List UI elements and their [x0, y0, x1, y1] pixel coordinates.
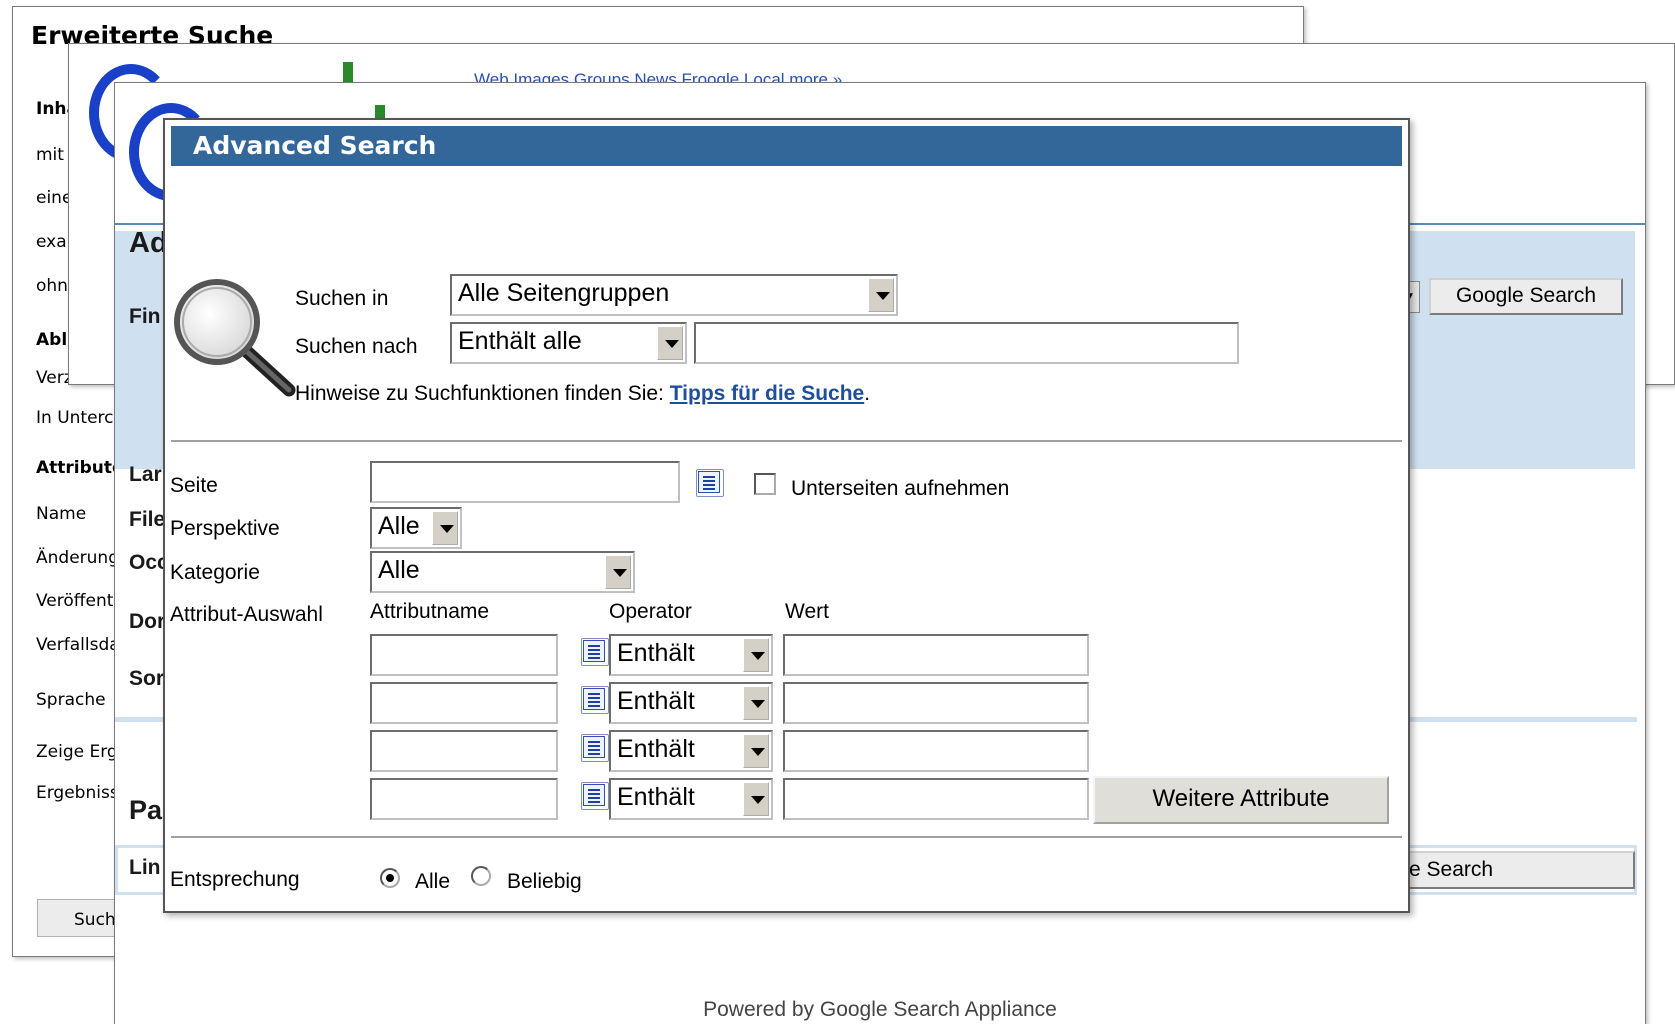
sort-label: Sor [129, 667, 165, 690]
page-title: Ad [129, 227, 168, 259]
chevron-down-icon [743, 782, 769, 816]
search-tips-link[interactable]: Tipps für die Suche [670, 382, 864, 405]
form-label: In Unterc [36, 408, 114, 428]
value-header: Wert [785, 600, 829, 623]
form-label: Name [36, 504, 87, 524]
category-value: Alle [378, 556, 420, 584]
perspective-value: Alle [378, 512, 420, 540]
chevron-down-icon [743, 638, 769, 672]
operator-select[interactable]: Enthält [609, 682, 773, 724]
match-all-label: Alle [415, 870, 451, 893]
search-for-select[interactable]: Enthält alle [450, 322, 687, 364]
advanced-search-dialog: Advanced Search Suchen in Alle Seitengru… [163, 118, 1410, 913]
operator-select[interactable]: Enthält [609, 730, 773, 772]
more-attributes-button[interactable]: Weitere Attribute [1093, 776, 1389, 824]
form-label: Zeige Erg [36, 742, 118, 762]
operator-value: Enthält [617, 687, 695, 715]
hint-period: . [864, 382, 871, 405]
chevron-down-icon [657, 326, 683, 360]
form-label: Ergebniss [36, 783, 119, 803]
chevron-down-icon [605, 555, 631, 589]
attribute-name-input[interactable] [370, 778, 558, 820]
attribute-value-input[interactable] [783, 730, 1089, 772]
search-for-label: Suchen nach [295, 335, 418, 358]
attribute-picker-icon[interactable] [581, 686, 609, 714]
chevron-down-icon [743, 686, 769, 720]
magnifier-icon [174, 279, 296, 397]
google-search-button-2[interactable]: e Search [1389, 851, 1635, 889]
dialog-title: Advanced Search [171, 126, 1402, 166]
match-all-radio[interactable] [380, 868, 400, 888]
attribute-name-input[interactable] [370, 730, 558, 772]
form-label: Abl [36, 330, 68, 350]
attribute-value-input[interactable] [783, 778, 1089, 820]
form-label: Veröffent [36, 591, 114, 611]
form-label: Sprache [36, 690, 106, 710]
match-any-label: Beliebig [507, 870, 582, 893]
search-query-input[interactable] [694, 322, 1239, 364]
operator-header: Operator [609, 600, 692, 623]
attribute-value-input[interactable] [783, 634, 1089, 676]
section-divider [171, 836, 1402, 838]
hint-text: Hinweise zu Suchfunktionen finden Sie: [295, 382, 670, 405]
search-in-select[interactable]: Alle Seitengruppen [450, 274, 898, 316]
search-in-label: Suchen in [295, 287, 389, 310]
operator-select[interactable]: Enthält [609, 634, 773, 676]
match-label: Entsprechung [170, 868, 300, 891]
form-label: Attribute [36, 458, 124, 478]
include-subpages-label: Unterseiten aufnehmen [791, 477, 1010, 500]
google-search-button[interactable]: Google Search [1429, 278, 1623, 315]
operator-value: Enthält [617, 735, 695, 763]
attribute-name-header: Attributname [370, 600, 490, 623]
form-label: mit [36, 145, 64, 165]
page-specific-title: Pa [129, 795, 163, 825]
attribute-selection-label: Attribut-Auswahl [170, 603, 323, 626]
domain-label: Dor [129, 610, 166, 633]
find-label: Fin [129, 305, 161, 328]
category-select[interactable]: Alle [370, 551, 635, 593]
operator-select[interactable]: Enthält [609, 778, 773, 820]
attribute-name-input[interactable] [370, 682, 558, 724]
links-label: Lin [129, 856, 161, 879]
search-for-value: Enthält alle [458, 327, 582, 355]
search-hint: Hinweise zu Suchfunktionen finden Sie: T… [295, 382, 870, 406]
chevron-down-icon [743, 734, 769, 768]
attribute-picker-icon[interactable] [581, 782, 609, 810]
attribute-picker-icon[interactable] [581, 638, 609, 666]
page-picker-icon[interactable] [696, 469, 724, 497]
section-divider [171, 440, 1402, 442]
operator-value: Enthält [617, 783, 695, 811]
language-label: Lar [129, 463, 162, 486]
attribute-picker-icon[interactable] [581, 734, 609, 762]
search-in-value: Alle Seitengruppen [458, 279, 670, 307]
page-label: Seite [170, 474, 218, 497]
page-input[interactable] [370, 461, 680, 503]
match-any-radio[interactable] [471, 866, 491, 886]
operator-value: Enthält [617, 639, 695, 667]
file-format-label: File [129, 508, 166, 531]
perspective-select[interactable]: Alle [370, 507, 462, 549]
form-label: Verfallsda [36, 635, 120, 655]
category-label: Kategorie [170, 561, 260, 584]
form-label: ohn [36, 276, 68, 296]
include-subpages-checkbox[interactable] [754, 473, 776, 495]
chevron-down-icon [432, 511, 458, 545]
powered-by-footer: Powered by Google Search Appliance [703, 998, 1057, 1021]
form-label: Änderung [36, 548, 119, 568]
attribute-name-input[interactable] [370, 634, 558, 676]
perspective-label: Perspektive [170, 517, 280, 540]
form-label: exa [36, 232, 67, 252]
form-label: eine [36, 188, 73, 208]
attribute-value-input[interactable] [783, 682, 1089, 724]
chevron-down-icon [868, 278, 894, 312]
